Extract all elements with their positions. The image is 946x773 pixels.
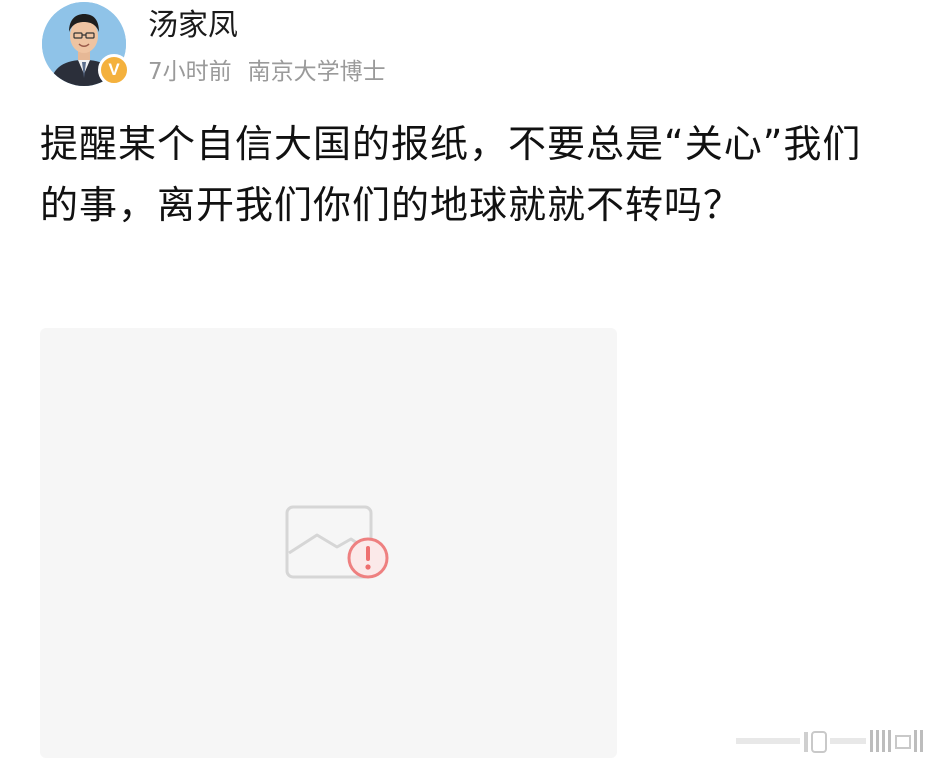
author-source: 南京大学博士 bbox=[247, 59, 386, 85]
post-text: 提醒某个自信大国的报纸，不要总是“关心”我们的事，离开我们你们的地球就就不转吗？ bbox=[40, 122, 862, 227]
image-placeholder[interactable] bbox=[40, 328, 617, 758]
author-name[interactable]: 汤家凤 bbox=[148, 6, 238, 46]
post-meta: 7小时前 南京大学博士 bbox=[148, 56, 386, 88]
avatar-container[interactable]: V bbox=[42, 2, 130, 86]
verified-badge: V bbox=[98, 54, 130, 86]
broken-image-icon bbox=[285, 505, 389, 579]
post-header: V 汤家凤 7小时前 南京大学博士 bbox=[40, 0, 920, 96]
post-time: 7小时前 bbox=[148, 59, 232, 85]
watermark-icon bbox=[736, 730, 923, 753]
